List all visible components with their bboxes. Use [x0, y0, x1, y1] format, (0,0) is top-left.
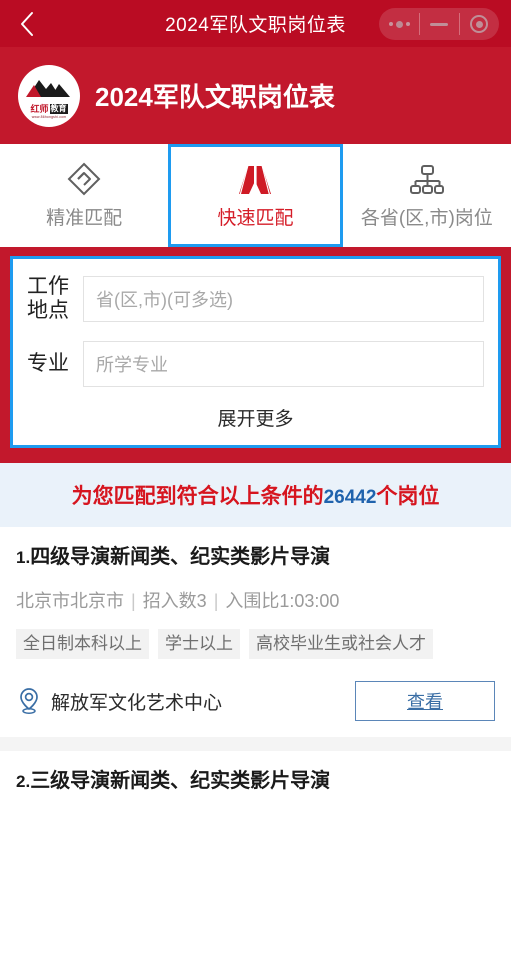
target-circle-icon [470, 15, 488, 33]
logo-wordmark: 红师 教育 [30, 103, 68, 114]
result-count: 26442 [323, 487, 377, 508]
job-tag: 高校毕业生或社会人才 [249, 629, 433, 660]
job-list: 1.四级导演新闻类、纪实类影片导演 北京市北京市 | 招入数3 | 入围比1:03:00… [0, 527, 511, 811]
tab-precise-match[interactable]: 精准匹配 [0, 144, 169, 247]
diamond-match-icon [67, 162, 101, 196]
job-location: 北京市北京市 [16, 591, 124, 611]
job-index: 1. [16, 548, 31, 567]
job-tag: 学士以上 [158, 629, 240, 660]
job-meta: 北京市北京市 | 招入数3 | 入围比1:03:00 [16, 587, 495, 613]
location-pin-icon [16, 687, 42, 715]
logo-url: www.86hongshi.com [31, 115, 67, 119]
search-panel: 工作地点 省(区,市)(可多选) 专业 所学专业 展开更多 [10, 256, 501, 448]
meta-separator: | [131, 591, 136, 611]
result-banner-text: 为您匹配到符合以上条件的26442个岗位 [72, 480, 440, 510]
job-hires: 招入数3 [142, 591, 207, 611]
result-banner: 为您匹配到符合以上条件的26442个岗位 [0, 463, 511, 527]
mountain-logo-icon [26, 76, 72, 103]
job-ratio: 入围比1:03:00 [225, 591, 340, 611]
tab-province-jobs[interactable]: 各省(区,市)岗位 [342, 144, 511, 247]
tab-label: 各省(区,市)岗位 [360, 207, 493, 229]
logo-text-red: 红师 [30, 103, 49, 114]
brand-title: 2024军队文职岗位表 [95, 82, 335, 112]
tab-bar: 精准匹配 快速匹配 各省(区,市)岗位 [0, 144, 511, 247]
more-menu-button[interactable] [379, 8, 419, 40]
chevron-left-icon [19, 10, 35, 38]
field-gap [27, 325, 484, 338]
result-suffix: 个岗位 [376, 485, 440, 508]
red-strip-divider [0, 456, 511, 463]
org-chart-icon [409, 162, 444, 196]
logo-text-black: 教育 [49, 104, 68, 114]
minimize-icon [430, 22, 448, 26]
back-button[interactable] [0, 0, 54, 47]
tab-label: 快速匹配 [217, 207, 294, 229]
job-title: 四级导演新闻类、纪实类影片导演 [30, 546, 331, 568]
view-job-button[interactable]: 查看 [355, 681, 495, 722]
meta-separator: | [213, 591, 219, 611]
close-button[interactable] [459, 8, 499, 40]
minimize-button[interactable] [419, 8, 459, 40]
view-job-label: 查看 [407, 692, 443, 713]
field-row-major: 专业 所学专业 [27, 338, 484, 390]
brand-header: 红师 教育 www.86hongshi.com 2024军队文职岗位表 [0, 47, 511, 144]
brand-logo: 红师 教育 www.86hongshi.com [18, 64, 80, 127]
worklocation-placeholder: 省(区,市)(可多选) [96, 290, 233, 310]
job-card[interactable]: 1.四级导演新闻类、纪实类影片导演 北京市北京市 | 招入数3 | 入围比1:03:00… [0, 527, 511, 738]
job-tag: 全日制本科以上 [16, 629, 149, 660]
app-root: 2024军队文职岗位表 红师 教育 www.86hongshi.com 2024… [0, 0, 511, 957]
job-card[interactable]: 2.三级导演新闻类、纪实类影片导演 [0, 751, 511, 811]
field-label-worklocation: 工作地点 [27, 275, 69, 322]
search-section: 工作地点 省(区,市)(可多选) 专业 所学专业 展开更多 [0, 247, 511, 456]
job-footer: 解放军文化艺术中心 查看 [16, 681, 495, 722]
job-title-row: 1.四级导演新闻类、纪实类影片导演 [16, 545, 495, 570]
field-row-worklocation: 工作地点 省(区,市)(可多选) [27, 273, 484, 325]
result-prefix: 为您匹配到符合以上条件的 [71, 485, 324, 508]
more-dots-icon [388, 20, 410, 28]
major-placeholder: 所学专业 [96, 355, 168, 375]
major-input[interactable]: 所学专业 [83, 341, 484, 387]
expand-more-button[interactable]: 展开更多 [27, 390, 484, 435]
road-icon [237, 162, 273, 196]
job-title-row: 2.三级导演新闻类、纪实类影片导演 [16, 769, 495, 794]
tab-label: 精准匹配 [46, 207, 123, 229]
navigation-bar: 2024军队文职岗位表 [0, 0, 511, 47]
field-label-major: 专业 [27, 352, 69, 376]
tab-quick-match[interactable]: 快速匹配 [168, 144, 343, 247]
job-index: 2. [16, 772, 31, 792]
job-title: 三级导演新闻类、纪实类影片导演 [30, 770, 331, 793]
job-organization: 解放军文化艺术中心 [51, 692, 223, 714]
mini-program-capsule [379, 8, 499, 40]
job-tags: 全日制本科以上 学士以上 高校毕业生或社会人才 [16, 629, 495, 660]
worklocation-input[interactable]: 省(区,市)(可多选) [83, 276, 484, 322]
job-divider [0, 737, 511, 752]
